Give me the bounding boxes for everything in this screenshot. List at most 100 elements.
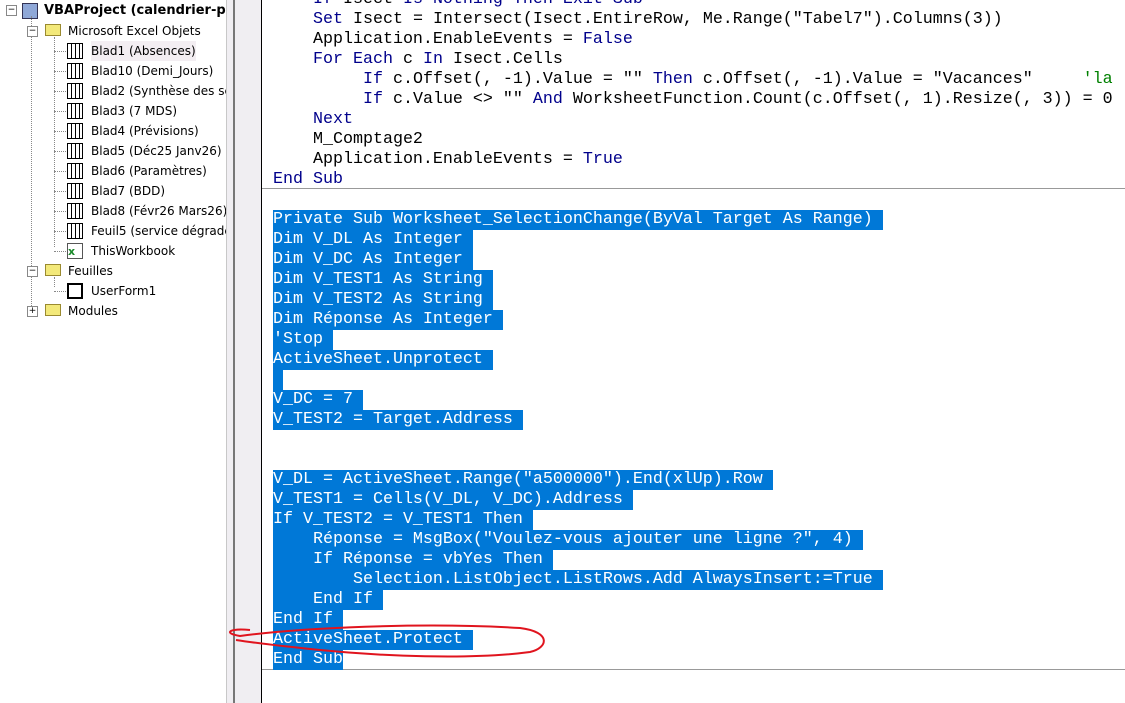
folder-label: Feuilles bbox=[68, 264, 113, 278]
procedure-separator bbox=[262, 669, 1125, 670]
code-token: c.Offset(, -1).Value = "Vacances" bbox=[692, 70, 1083, 89]
code-line-selected[interactable] bbox=[273, 370, 283, 390]
code-line-selected[interactable]: Private Sub Worksheet_SelectionChange(By… bbox=[273, 210, 883, 230]
code-line[interactable]: If c.Value <> "" And WorksheetFunction.C… bbox=[273, 90, 1113, 110]
worksheet-icon bbox=[67, 63, 83, 79]
folder-label: Microsoft Excel Objets bbox=[68, 24, 201, 38]
code-token: Isect bbox=[333, 0, 403, 9]
code-line-selected[interactable]: Dim V_TEST1 As String bbox=[273, 270, 493, 290]
tree-root-project[interactable]: − VBAProject (calendrier-perp bbox=[6, 1, 226, 21]
keyword-token: In bbox=[422, 50, 443, 69]
tree-item[interactable]: Blad4 (Prévisions) bbox=[54, 121, 226, 141]
code-line-selected[interactable]: V_TEST1 = Cells(V_DL, V_DC).Address bbox=[273, 490, 633, 510]
keyword-token: And bbox=[532, 90, 563, 109]
expand-icon[interactable]: + bbox=[27, 306, 38, 317]
code-line[interactable]: If Isect Is Nothing Then Exit Sub bbox=[273, 0, 643, 10]
tree-item[interactable]: Blad1 (Absences) bbox=[54, 41, 226, 61]
code-line-selected[interactable]: Dim V_DL As Integer bbox=[273, 230, 473, 250]
selected-code-text: Selection.ListObject.ListRows.Add Always… bbox=[273, 570, 883, 590]
userform-icon bbox=[67, 283, 83, 299]
code-line[interactable]: Application.EnableEvents = True bbox=[273, 150, 623, 170]
worksheet-icon bbox=[67, 203, 83, 219]
tree-item[interactable]: Blad2 (Synthèse des sé bbox=[54, 81, 226, 101]
code-line-selected[interactable]: End Sub bbox=[273, 650, 343, 670]
collapse-icon[interactable]: − bbox=[27, 26, 38, 37]
code-token: Isect.Cells bbox=[442, 50, 563, 69]
collapse-icon[interactable]: − bbox=[27, 266, 38, 277]
code-token: c bbox=[392, 50, 423, 69]
code-line-selected[interactable]: If Réponse = vbYes Then bbox=[273, 550, 553, 570]
worksheet-icon bbox=[67, 163, 83, 179]
workbook-icon: x bbox=[67, 243, 83, 259]
tree-item[interactable]: x ThisWorkbook bbox=[54, 241, 226, 261]
keyword-token: Then bbox=[652, 70, 693, 89]
item-label: Blad8 (Févr26 Mars26) bbox=[91, 204, 226, 218]
code-token: Application.EnableEvents = bbox=[273, 150, 583, 169]
worksheet-icon bbox=[67, 223, 83, 239]
code-line-selected[interactable]: V_DC = 7 bbox=[273, 390, 363, 410]
keyword-token: End Sub bbox=[273, 170, 343, 189]
vba-project-icon bbox=[22, 3, 38, 19]
selected-code-text bbox=[273, 370, 283, 390]
code-line[interactable]: Next bbox=[273, 110, 353, 130]
code-line-selected[interactable]: Dim V_DC As Integer bbox=[273, 250, 473, 270]
worksheet-icon bbox=[67, 103, 83, 119]
comment-token: 'la bbox=[1082, 70, 1113, 89]
tree-folder-modules[interactable]: + Modules bbox=[27, 301, 226, 321]
code-line-selected[interactable]: V_TEST2 = Target.Address bbox=[273, 410, 523, 430]
code-line-selected[interactable]: End If bbox=[273, 610, 343, 630]
selected-code-text: V_TEST2 = Target.Address bbox=[273, 410, 523, 430]
keyword-token: If bbox=[362, 70, 383, 89]
code-editor[interactable]: If Isect Is Nothing Then Exit Sub Set Is… bbox=[262, 0, 1125, 703]
item-label: Feuil5 (service dégradé bbox=[91, 224, 226, 238]
tree-item[interactable]: UserForm1 bbox=[54, 281, 226, 301]
code-line[interactable]: If c.Offset(, -1).Value = "" Then c.Offs… bbox=[273, 70, 1113, 90]
tree-item[interactable]: Blad3 (7 MDS) bbox=[54, 101, 226, 121]
code-line[interactable]: Set Isect = Intersect(Isect.EntireRow, M… bbox=[273, 10, 1003, 30]
code-line-selected[interactable]: Dim Réponse As Integer bbox=[273, 310, 503, 330]
collapse-icon[interactable]: − bbox=[6, 5, 17, 16]
item-label: Blad5 (Déc25 Janv26) bbox=[91, 144, 222, 158]
tree-item[interactable]: Blad7 (BDD) bbox=[54, 181, 226, 201]
tree-folder-microsoft-excel-objets[interactable]: − Microsoft Excel Objets bbox=[27, 21, 226, 41]
code-line-selected[interactable]: ActiveSheet.Protect bbox=[273, 630, 473, 650]
worksheet-icon bbox=[67, 83, 83, 99]
selected-code-text: End Sub bbox=[273, 650, 343, 670]
project-explorer[interactable]: −VBAProject (calendrier-perp−Microsoft E… bbox=[0, 0, 226, 703]
code-token: c.Offset(, -1).Value = "" bbox=[382, 70, 653, 89]
code-token: c.Value <> "" bbox=[382, 90, 533, 109]
selected-code-text: Dim Réponse As Integer bbox=[273, 310, 503, 330]
code-line-selected[interactable]: Réponse = MsgBox("Voulez-vous ajouter un… bbox=[273, 530, 863, 550]
code-line-selected[interactable]: 'Stop bbox=[273, 330, 333, 350]
code-line[interactable]: End Sub bbox=[273, 170, 343, 190]
tree-item[interactable]: Feuil5 (service dégradé bbox=[54, 221, 226, 241]
code-line-selected[interactable]: If V_TEST2 = V_TEST1 Then bbox=[273, 510, 533, 530]
folder-label: Modules bbox=[68, 304, 118, 318]
code-line[interactable]: M_Comptage2 bbox=[273, 130, 423, 150]
code-line[interactable]: For Each c In Isect.Cells bbox=[273, 50, 563, 70]
selected-code-text: Private Sub Worksheet_SelectionChange(By… bbox=[273, 210, 883, 230]
code-line[interactable]: Application.EnableEvents = False bbox=[273, 30, 633, 50]
code-line-selected[interactable]: Dim V_TEST2 As String bbox=[273, 290, 493, 310]
item-label: Blad4 (Prévisions) bbox=[91, 124, 199, 138]
keyword-token: Next bbox=[312, 110, 353, 129]
tree-item[interactable]: Blad5 (Déc25 Janv26) bbox=[54, 141, 226, 161]
keyword-token: For Each bbox=[312, 50, 393, 69]
selected-code-text: Réponse = MsgBox("Voulez-vous ajouter un… bbox=[273, 530, 863, 550]
item-label: Blad2 (Synthèse des sé bbox=[91, 84, 226, 98]
tree-item[interactable]: Blad8 (Févr26 Mars26) bbox=[54, 201, 226, 221]
tree-folder-feuilles[interactable]: − Feuilles bbox=[27, 261, 226, 281]
worksheet-icon bbox=[67, 43, 83, 59]
code-line-selected[interactable]: V_DL = ActiveSheet.Range("a500000").End(… bbox=[273, 470, 773, 490]
tree-item[interactable]: Blad6 (Paramètres) bbox=[54, 161, 226, 181]
code-line-selected[interactable]: Selection.ListObject.ListRows.Add Always… bbox=[273, 570, 883, 590]
code-line-selected[interactable]: End If bbox=[273, 590, 383, 610]
selected-code-text: ActiveSheet.Unprotect bbox=[273, 350, 493, 370]
selected-code-text: V_TEST1 = Cells(V_DL, V_DC).Address bbox=[273, 490, 633, 510]
keyword-token: True bbox=[582, 150, 623, 169]
selected-code-text: End If bbox=[273, 610, 343, 630]
tree-item[interactable]: Blad10 (Demi_Jours) bbox=[54, 61, 226, 81]
code-line-selected[interactable]: ActiveSheet.Unprotect bbox=[273, 350, 493, 370]
item-label: Blad3 (7 MDS) bbox=[91, 104, 178, 118]
